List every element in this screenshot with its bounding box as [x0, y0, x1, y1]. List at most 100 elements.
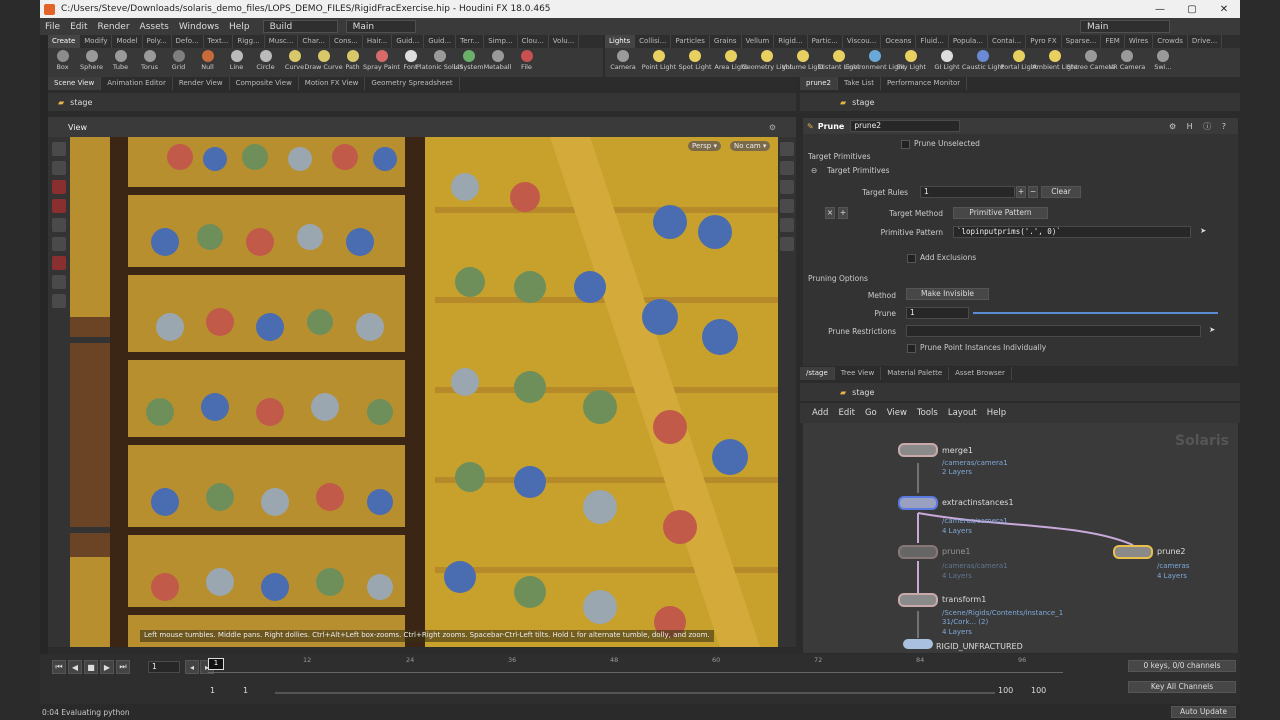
- shelf-tab-fluid[interactable]: Fluid...: [916, 35, 949, 48]
- param-pane-tab-take-list[interactable]: Take List: [838, 77, 881, 90]
- shelf-tab-defo[interactable]: Defo...: [172, 35, 204, 48]
- current-frame-marker[interactable]: 1: [208, 658, 224, 670]
- tool-null[interactable]: Null: [193, 48, 222, 77]
- network-pane-tab-material-palette[interactable]: Material Palette: [881, 367, 950, 380]
- shelf-tab-partic[interactable]: Partic...: [808, 35, 843, 48]
- network-menu-add[interactable]: Add: [812, 408, 828, 418]
- target-rules-field[interactable]: 1: [920, 186, 1015, 198]
- network-menu-view[interactable]: View: [887, 408, 907, 418]
- network-pane-tab-stage[interactable]: /stage: [800, 367, 835, 380]
- network-menu-tools[interactable]: Tools: [917, 408, 938, 418]
- handle-tool-icon[interactable]: [52, 218, 66, 232]
- keys-channels-display[interactable]: 0 keys, 0/0 channels: [1128, 660, 1236, 672]
- shelf-tab-particles[interactable]: Particles: [671, 35, 710, 48]
- minimize-button[interactable]: —: [1144, 4, 1176, 15]
- shelf-tab-drive[interactable]: Drive...: [1188, 35, 1223, 48]
- tool-swi[interactable]: Swi...: [1145, 48, 1181, 77]
- shelf-tab-popula[interactable]: Popula...: [949, 35, 988, 48]
- remove-instance-button[interactable]: ×: [825, 207, 835, 219]
- tool-environment-light[interactable]: Environment Light: [845, 48, 905, 77]
- tool-sphere[interactable]: Sphere: [77, 48, 106, 77]
- add-rule-button[interactable]: +: [1016, 186, 1026, 198]
- tool-torus[interactable]: Torus: [135, 48, 164, 77]
- scene-pane-tab-render-view[interactable]: Render View: [173, 77, 230, 90]
- tool-tube[interactable]: Tube: [106, 48, 135, 77]
- maximize-button[interactable]: ▢: [1176, 4, 1208, 15]
- add-exclusions-checkbox[interactable]: [907, 254, 916, 263]
- tool-line[interactable]: Line: [222, 48, 251, 77]
- menu-render[interactable]: Render: [93, 22, 135, 32]
- scene-pane-tab-animation-editor[interactable]: Animation Editor: [101, 77, 173, 90]
- render-region-icon[interactable]: [52, 294, 66, 308]
- shelf-tab-simp[interactable]: Simp...: [484, 35, 518, 48]
- jump-start-button[interactable]: ⏮: [52, 660, 66, 674]
- menu-windows[interactable]: Windows: [174, 22, 224, 32]
- shelf-tab-clou[interactable]: Clou...: [518, 35, 549, 48]
- range-start-field[interactable]: 1: [210, 686, 215, 695]
- select-primitives-arrow-icon[interactable]: ➤: [1200, 226, 1206, 235]
- rotate-tool-icon[interactable]: [52, 180, 66, 194]
- shelf-tab-char[interactable]: Char...: [298, 35, 330, 48]
- wireframe-icon[interactable]: [780, 218, 794, 232]
- play-forward-button[interactable]: ▶: [100, 660, 114, 674]
- network-menu-layout[interactable]: Layout: [948, 408, 977, 418]
- tool-camera[interactable]: Camera: [605, 48, 641, 77]
- param-pane-tab-prune2[interactable]: prune2: [800, 77, 838, 90]
- magnet-tool-icon[interactable]: [52, 256, 66, 270]
- network-editor[interactable]: Solaris merge1 /cameras/camera1 2 Layers…: [803, 423, 1238, 653]
- shelf-tab-fem[interactable]: FEM: [1101, 35, 1125, 48]
- tool-spray-paint[interactable]: Spray Paint: [363, 48, 400, 77]
- tool-circle[interactable]: Circle: [251, 48, 280, 77]
- prune-field[interactable]: 1: [906, 307, 969, 319]
- tool-l-system[interactable]: L-System: [453, 48, 484, 77]
- primitive-pattern-field[interactable]: `lopinputprims('.', 0)`: [953, 226, 1191, 238]
- shelf-tab-musc[interactable]: Musc...: [265, 35, 299, 48]
- remove-rule-button[interactable]: −: [1028, 186, 1038, 198]
- jump-end-button[interactable]: ⏭: [116, 660, 130, 674]
- select-restrictions-arrow-icon[interactable]: ➤: [1209, 325, 1215, 334]
- desktop-right-select[interactable]: Main: [1080, 20, 1170, 33]
- shelf-tab-vellum[interactable]: Vellum: [742, 35, 775, 48]
- param-header-icons[interactable]: ⚙ H ⓘ ?: [1169, 121, 1230, 132]
- ghost-icon[interactable]: [780, 199, 794, 213]
- desktop-select[interactable]: Build: [262, 20, 338, 33]
- select-tool-icon[interactable]: [52, 142, 66, 156]
- shelf-tab-hair[interactable]: Hair...: [363, 35, 393, 48]
- tool-sky-light[interactable]: Sky Light: [893, 48, 929, 77]
- menu-file[interactable]: File: [40, 22, 65, 32]
- tool-stereo-camera[interactable]: Stereo Camera: [1067, 48, 1115, 77]
- node-merge1[interactable]: [898, 443, 938, 457]
- close-button[interactable]: ✕: [1208, 4, 1240, 15]
- scene-pane-tab-geometry-spreadsheet[interactable]: Geometry Spreadsheet: [365, 77, 460, 90]
- tool-box[interactable]: Box: [48, 48, 77, 77]
- shelf-tab-terr[interactable]: Terr...: [456, 35, 485, 48]
- stop-button[interactable]: ■: [84, 660, 98, 674]
- move-tool-icon[interactable]: [52, 161, 66, 175]
- param-pane-tab-performance-monitor[interactable]: Performance Monitor: [881, 77, 968, 90]
- camera-menu[interactable]: No cam ▾: [730, 141, 771, 151]
- step-back-button[interactable]: ◂: [185, 660, 199, 674]
- tool-geometry-light[interactable]: Geometry Light: [742, 48, 792, 77]
- range-start2-field[interactable]: 1: [243, 686, 248, 695]
- network-pane-tab-asset-browser[interactable]: Asset Browser: [949, 367, 1012, 380]
- shelf-tab-model[interactable]: Model: [112, 35, 143, 48]
- scene-pane-tab-composite-view[interactable]: Composite View: [230, 77, 299, 90]
- tool-caustic-light[interactable]: Caustic Light: [962, 48, 1004, 77]
- tool-gi-light[interactable]: GI Light: [929, 48, 965, 77]
- node-extractinstances1[interactable]: [898, 496, 938, 510]
- shelf-tab-volu[interactable]: Volu...: [549, 35, 580, 48]
- tool-metaball[interactable]: Metaball: [483, 48, 512, 77]
- prune-slider[interactable]: [973, 312, 1218, 314]
- network-path[interactable]: stage: [852, 388, 874, 397]
- tool-file[interactable]: File: [512, 48, 541, 77]
- shelf-tab-oceans[interactable]: Oceans: [881, 35, 917, 48]
- shelf-tab-sparse[interactable]: Sparse...: [1062, 35, 1102, 48]
- shelf-tab-text[interactable]: Text...: [204, 35, 234, 48]
- shelf-tab-rigg[interactable]: Rigg...: [233, 35, 265, 48]
- shelf-tab-create[interactable]: Create: [48, 35, 81, 48]
- target-primitives-toggle[interactable]: ⊖: [811, 166, 817, 175]
- node-transform1[interactable]: [898, 593, 938, 607]
- shelf-tab-lights[interactable]: Lights: [605, 35, 636, 48]
- timeline-track[interactable]: 1 12 24 36 48 60 72 84 96: [208, 656, 1208, 680]
- scene-pane-tab-scene-view[interactable]: Scene View: [48, 77, 102, 90]
